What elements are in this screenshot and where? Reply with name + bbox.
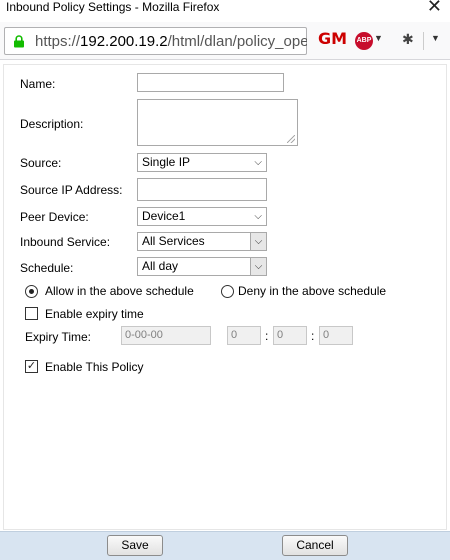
time-separator: : xyxy=(311,329,315,343)
bug-icon[interactable]: ✱ xyxy=(402,31,414,51)
expiry-minute-input[interactable]: 0 xyxy=(273,326,307,345)
close-icon[interactable]: ✕ xyxy=(427,0,442,16)
expiry-time-label: Expiry Time: xyxy=(25,330,92,344)
adblock-menu-chevron-icon[interactable]: ▼ xyxy=(374,33,383,53)
source-select[interactable]: Single IP ⌵ xyxy=(137,153,267,172)
resize-grip-icon[interactable] xyxy=(287,135,295,143)
cancel-button[interactable]: Cancel xyxy=(282,535,348,556)
source-ip-input[interactable] xyxy=(137,178,267,201)
enable-expiry-label[interactable]: Enable expiry time xyxy=(45,307,144,321)
window-titlebar: Inbound Policy Settings - Mozilla Firefo… xyxy=(0,0,450,22)
address-bar[interactable]: https://192.200.19.2/html/dlan/policy_op… xyxy=(4,27,307,55)
schedule-label: Schedule: xyxy=(20,261,74,275)
chevron-down-icon: ⌵ xyxy=(250,258,266,275)
toolbar-separator xyxy=(423,32,424,50)
chevron-down-icon: ⌵ xyxy=(254,211,262,222)
schedule-value: All day xyxy=(142,259,179,273)
inbound-service-value: All Services xyxy=(142,234,205,248)
source-ip-label: Source IP Address: xyxy=(20,183,123,197)
name-label: Name: xyxy=(20,77,56,91)
url-prefix: https:// xyxy=(35,33,81,50)
chevron-down-icon: ⌵ xyxy=(254,157,262,168)
schedule-select[interactable]: All day ⌵ xyxy=(137,257,267,276)
description-label: Description: xyxy=(20,117,84,131)
deny-schedule-radio[interactable] xyxy=(221,285,234,298)
chevron-down-icon: ⌵ xyxy=(250,233,266,250)
adblock-icon[interactable]: ABP xyxy=(355,32,373,50)
save-button[interactable]: Save xyxy=(107,535,163,556)
enable-policy-checkbox[interactable]: ✓ xyxy=(25,360,38,373)
url-text[interactable]: https://192.200.19.2/html/dlan/policy_op… xyxy=(35,33,307,50)
greasemonkey-icon[interactable]: GM xyxy=(318,29,347,49)
expiry-date-input[interactable]: 0-00-00 xyxy=(121,326,211,345)
enable-policy-label[interactable]: Enable This Policy xyxy=(45,360,144,374)
name-input[interactable] xyxy=(137,73,284,92)
inbound-service-label: Inbound Service: xyxy=(20,235,111,249)
chevron-down-icon[interactable]: ▼ xyxy=(431,33,440,53)
dialog-footer xyxy=(0,531,450,560)
allow-schedule-label[interactable]: Allow in the above schedule xyxy=(45,284,194,298)
inbound-service-select[interactable]: All Services ⌵ xyxy=(137,232,267,251)
enable-expiry-checkbox[interactable] xyxy=(25,307,38,320)
peer-device-value: Device1 xyxy=(142,209,186,223)
peer-device-label: Peer Device: xyxy=(20,210,89,224)
source-label: Source: xyxy=(20,156,62,170)
description-textarea[interactable] xyxy=(137,99,298,146)
deny-schedule-label[interactable]: Deny in the above schedule xyxy=(238,284,386,298)
source-value: Single IP xyxy=(142,155,191,169)
url-path: /html/dlan/policy_oper xyxy=(167,33,307,50)
lock-icon[interactable] xyxy=(13,35,25,48)
peer-device-select[interactable]: Device1 ⌵ xyxy=(137,207,267,226)
url-host: 192.200.19.2 xyxy=(80,33,168,50)
time-separator: : xyxy=(265,329,269,343)
expiry-hour-input[interactable]: 0 xyxy=(227,326,261,345)
expiry-second-input[interactable]: 0 xyxy=(319,326,353,345)
window-title: Inbound Policy Settings - Mozilla Firefo… xyxy=(6,0,220,14)
allow-schedule-radio[interactable] xyxy=(25,285,38,298)
